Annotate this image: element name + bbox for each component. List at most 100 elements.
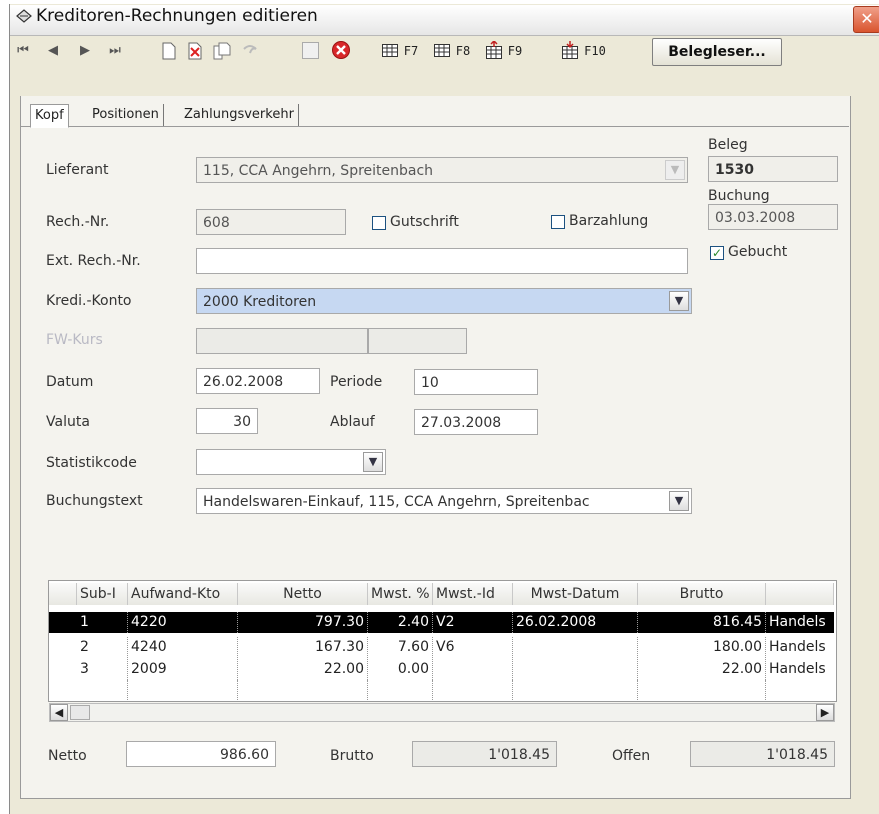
last-record-icon[interactable]: ⏭: [106, 41, 124, 61]
rech-nr-field[interactable]: 608: [196, 209, 346, 235]
ablauf-field[interactable]: 27.03.2008: [414, 409, 538, 435]
brutto-cell: 816.45: [638, 612, 766, 633]
gutschrift-label: Gutschrift: [390, 214, 459, 230]
barzahlung-checkbox[interactable]: [551, 215, 565, 229]
empty-cell: [638, 680, 766, 700]
column-header[interactable]: Netto: [238, 583, 368, 605]
ext-rech-nr-label: Ext. Rech.-Nr.: [46, 253, 141, 269]
ext-rech-nr-field[interactable]: [196, 248, 688, 274]
column-header[interactable]: Brutto: [638, 583, 766, 605]
mwst-id-cell: V2: [433, 612, 513, 633]
brutto-total-label: Brutto: [330, 748, 374, 764]
konto-cell: 4220: [128, 612, 238, 633]
delete-document-icon[interactable]: [186, 41, 204, 61]
table-icon: [382, 44, 398, 57]
column-header[interactable]: [766, 583, 834, 605]
empty-cell: [433, 680, 513, 700]
netto-cell: 22.00: [238, 659, 368, 680]
f9-button[interactable]: F9: [504, 41, 526, 61]
cancel-icon[interactable]: [331, 40, 351, 60]
chevron-down-icon[interactable]: ▼: [669, 491, 689, 511]
buchungstext-value: Handelswaren-Einkauf, 115, CCA Angehrn, …: [203, 494, 590, 510]
periode-label: Periode: [330, 374, 383, 390]
empty-cell: [368, 680, 433, 700]
horizontal-scrollbar[interactable]: ◀ ▶: [49, 703, 835, 722]
buchung-date: 03.03.2008: [708, 204, 838, 230]
statistikcode-select[interactable]: ▼: [196, 449, 386, 475]
beleg-number: 1530: [708, 156, 838, 182]
datum-field[interactable]: 26.02.2008: [196, 368, 320, 394]
undo-icon[interactable]: [240, 41, 260, 61]
f10-button[interactable]: F10: [580, 41, 610, 61]
column-header[interactable]: Mwst. %: [368, 583, 433, 605]
table-icon: [434, 44, 450, 57]
mwst-id-cell: V6: [433, 637, 513, 658]
valuta-field[interactable]: 30: [196, 408, 258, 434]
tab-zahlungsverkehr[interactable]: Zahlungsverkehr: [180, 104, 299, 126]
empty-cell: [128, 680, 238, 700]
chevron-down-icon[interactable]: ▼: [669, 291, 689, 311]
f7-button[interactable]: F7: [400, 41, 422, 61]
column-header[interactable]: Mwst-Datum: [513, 583, 638, 605]
gebucht-checkbox[interactable]: ✓: [710, 246, 724, 260]
fw-kurs-rate-field: [368, 328, 467, 354]
periode-field[interactable]: 10: [414, 369, 538, 395]
text-cell: Handels: [769, 639, 826, 655]
kredi-konto-value: 2000 Kreditoren: [203, 294, 317, 310]
app-icon: [16, 9, 32, 23]
close-button[interactable]: ✕: [853, 6, 879, 33]
mwst-datum-cell: 26.02.2008: [513, 612, 638, 633]
new-document-icon[interactable]: [160, 41, 178, 61]
beleg-label: Beleg: [708, 137, 748, 153]
disabled-checkbox-icon: [302, 42, 319, 59]
datum-label: Datum: [46, 374, 94, 390]
mwst-id-cell: [433, 659, 513, 680]
lieferant-label: Lieferant: [46, 162, 109, 178]
table-row[interactable]: 1 4220 797.30 2.40 V2 26.02.2008 816.45 …: [49, 612, 834, 633]
tab-positionen[interactable]: Positionen: [88, 104, 164, 126]
copy-document-icon[interactable]: [212, 41, 232, 61]
buchungstext-label: Buchungstext: [46, 493, 143, 509]
brutto-cell: 180.00: [638, 637, 766, 658]
netto-cell: 167.30: [238, 637, 368, 658]
netto-total-label: Netto: [48, 748, 87, 764]
table-row[interactable]: 2 4240 167.30 7.60 V6 180.00 Handels: [49, 637, 834, 658]
next-record-icon[interactable]: ▶: [76, 41, 94, 61]
statistikcode-label: Statistikcode: [46, 455, 137, 471]
column-header[interactable]: Sub-I: [77, 583, 128, 605]
f8-button[interactable]: F8: [452, 41, 474, 61]
mwst-datum-cell: [513, 637, 638, 658]
window-title: Kreditoren-Rechnungen editieren: [36, 6, 318, 26]
mwst-cell: 2.40: [368, 612, 433, 633]
table-row[interactable]: 3 2009 22.00 0.00 22.00 Handels: [49, 659, 834, 680]
chevron-down-icon[interactable]: ▼: [363, 452, 383, 472]
sub-cell: 3: [77, 659, 128, 680]
belegleser-button[interactable]: Belegleser...: [652, 38, 782, 66]
offen-total-field: 1'018.45: [690, 741, 835, 767]
fw-kurs-field: [196, 328, 368, 354]
kredi-konto-label: Kredi.-Konto: [46, 293, 132, 309]
lieferant-select[interactable]: 115, CCA Angehrn, Spreitenbach ▼: [196, 157, 688, 183]
buchung-label: Buchung: [708, 188, 770, 204]
sub-cell: 1: [77, 612, 128, 633]
column-header[interactable]: Aufwand-Kto: [128, 583, 238, 605]
rech-nr-label: Rech.-Nr.: [46, 214, 110, 230]
mwst-datum-cell: [513, 659, 638, 680]
valuta-label: Valuta: [46, 414, 90, 430]
barzahlung-label: Barzahlung: [569, 213, 649, 229]
column-header[interactable]: Mwst.-Id: [433, 583, 513, 605]
scroll-right-icon[interactable]: ▶: [816, 704, 834, 721]
empty-cell: [77, 680, 128, 700]
lieferant-value: 115, CCA Angehrn, Spreitenbach: [203, 163, 434, 179]
buchungstext-select[interactable]: Handelswaren-Einkauf, 115, CCA Angehrn, …: [196, 488, 692, 514]
scrollbar-thumb[interactable]: [70, 705, 90, 720]
previous-record-icon[interactable]: ◀: [44, 41, 62, 61]
scroll-left-icon[interactable]: ◀: [50, 704, 68, 721]
mwst-cell: 7.60: [368, 637, 433, 658]
gutschrift-checkbox[interactable]: [372, 216, 386, 230]
tab-kopf[interactable]: Kopf: [30, 104, 69, 128]
netto-total-field: 986.60: [126, 741, 276, 767]
brutto-total-field: 1'018.45: [412, 741, 557, 767]
kredi-konto-select[interactable]: 2000 Kreditoren ▼: [196, 288, 692, 314]
first-record-icon[interactable]: ⏮: [14, 41, 32, 61]
